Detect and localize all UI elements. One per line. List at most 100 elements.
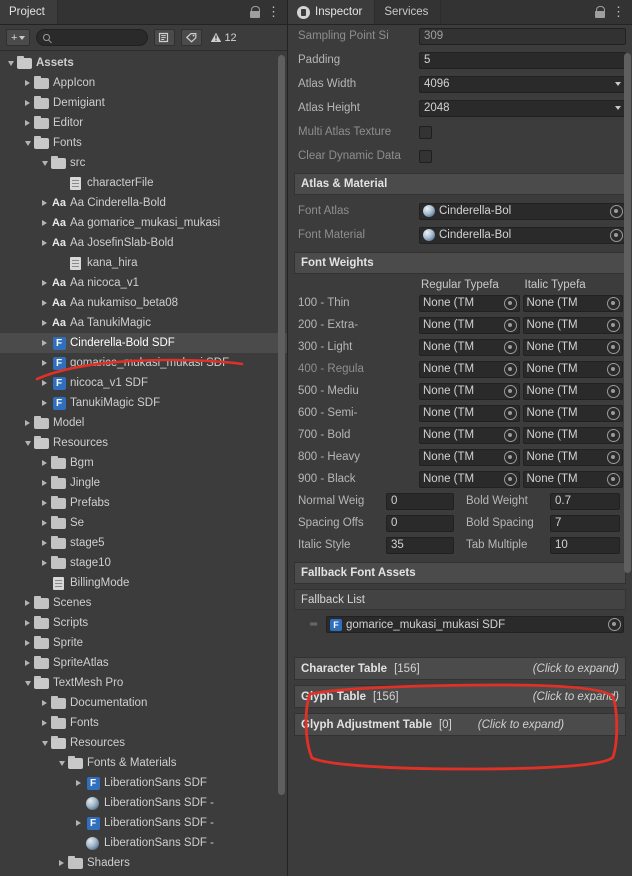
chevron-right-icon[interactable]: [21, 620, 34, 626]
tree-row[interactable]: stage5: [0, 533, 287, 553]
chevron-down-icon[interactable]: [4, 60, 17, 66]
chevron-right-icon[interactable]: [38, 220, 51, 226]
chevron-right-icon[interactable]: [21, 420, 34, 426]
tree-row[interactable]: Sprite: [0, 633, 287, 653]
chevron-right-icon[interactable]: [38, 340, 51, 346]
expandable-table-header[interactable]: Glyph Adjustment Table [0] (Click to expan…: [294, 713, 626, 736]
chevron-right-icon[interactable]: [55, 860, 68, 866]
object-picker-icon[interactable]: [503, 428, 517, 442]
chevron-right-icon[interactable]: [38, 460, 51, 466]
kebab-menu-icon[interactable]: ⋮: [612, 5, 625, 18]
field-input[interactable]: 7: [550, 514, 620, 532]
tree-row[interactable]: Assets: [0, 53, 287, 73]
inspector-scrollbar[interactable]: [624, 53, 631, 573]
tree-row[interactable]: Fnicoca_v1 SDF: [0, 373, 287, 393]
object-field[interactable]: Fgomarice_mukasi_mukasi SDF: [326, 616, 624, 633]
object-field[interactable]: None (TM: [522, 448, 623, 466]
object-picker-icon[interactable]: [607, 296, 620, 310]
warning-count-badge[interactable]: 12: [210, 32, 237, 44]
tab-services[interactable]: Services: [375, 0, 442, 24]
tree-row[interactable]: TextMesh Pro: [0, 673, 287, 693]
tree-row[interactable]: SpriteAtlas: [0, 653, 287, 673]
object-field[interactable]: None (TM: [419, 338, 520, 356]
lock-icon[interactable]: [249, 6, 260, 18]
object-field[interactable]: Cinderella-Bol: [419, 202, 626, 220]
field-input[interactable]: 5: [419, 51, 626, 69]
tree-row[interactable]: Jingle: [0, 473, 287, 493]
object-picker-icon[interactable]: [607, 472, 620, 486]
object-field[interactable]: None (TM: [419, 316, 520, 334]
object-picker-icon[interactable]: [607, 318, 620, 332]
object-picker-icon[interactable]: [503, 362, 517, 376]
chevron-right-icon[interactable]: [38, 380, 51, 386]
object-picker-icon[interactable]: [610, 204, 623, 218]
tree-row[interactable]: Fgomarice_mukasi_mukasi SDF: [0, 353, 287, 373]
create-asset-button[interactable]: +: [6, 29, 31, 46]
chevron-right-icon[interactable]: [21, 640, 34, 646]
object-picker-icon[interactable]: [607, 362, 620, 376]
font-weights-header[interactable]: Font Weights: [294, 252, 626, 274]
drag-handle-icon[interactable]: ═: [310, 619, 322, 629]
chevron-right-icon[interactable]: [21, 120, 34, 126]
tree-row[interactable]: Prefabs: [0, 493, 287, 513]
tree-row[interactable]: Fonts: [0, 133, 287, 153]
tree-row[interactable]: Aa Aa gomarice_mukasi_mukasi: [0, 213, 287, 233]
filter-by-type-button[interactable]: [154, 29, 176, 46]
project-scrollbar[interactable]: [278, 55, 285, 795]
object-field[interactable]: None (TM: [522, 382, 623, 400]
tree-row[interactable]: LiberationSans SDF -: [0, 793, 287, 813]
object-picker-icon[interactable]: [610, 228, 623, 242]
object-field[interactable]: None (TM: [522, 294, 623, 312]
object-field[interactable]: None (TM: [419, 470, 520, 488]
tree-row[interactable]: Demigiant: [0, 93, 287, 113]
chevron-right-icon[interactable]: [21, 600, 34, 606]
project-asset-tree[interactable]: Assets AppIcon Demigiant Editor Fonts src char…: [0, 51, 287, 876]
object-field[interactable]: None (TM: [522, 470, 623, 488]
tree-row[interactable]: Se: [0, 513, 287, 533]
object-field[interactable]: None (TM: [419, 426, 520, 444]
tree-row[interactable]: Documentation: [0, 693, 287, 713]
atlas-material-header[interactable]: Atlas & Material: [294, 173, 626, 195]
object-picker-icon[interactable]: [607, 450, 620, 464]
chevron-right-icon[interactable]: [38, 720, 51, 726]
tree-row[interactable]: stage10: [0, 553, 287, 573]
tab-project[interactable]: Project: [0, 0, 58, 24]
tree-row[interactable]: characterFile: [0, 173, 287, 193]
object-field[interactable]: None (TM: [419, 294, 520, 312]
object-picker-icon[interactable]: [503, 472, 517, 486]
tree-row[interactable]: BillingMode: [0, 573, 287, 593]
chevron-right-icon[interactable]: [38, 520, 51, 526]
object-picker-icon[interactable]: [607, 428, 620, 442]
tab-inspector[interactable]: Inspector: [288, 0, 376, 24]
object-field[interactable]: None (TM: [419, 360, 520, 378]
expandable-table-header[interactable]: Character Table [156] (Click to expand): [294, 657, 626, 680]
object-picker-icon[interactable]: [607, 406, 620, 420]
object-field[interactable]: None (TM: [522, 316, 623, 334]
object-picker-icon[interactable]: [503, 450, 517, 464]
field-input[interactable]: 0.7: [550, 492, 620, 510]
object-picker-icon[interactable]: [503, 318, 517, 332]
tree-row[interactable]: Aa Aa nukamiso_beta08: [0, 293, 287, 313]
tree-row[interactable]: Aa Aa nicoca_v1: [0, 273, 287, 293]
fallback-font-assets-header[interactable]: Fallback Font Assets: [294, 562, 626, 584]
field-input[interactable]: 10: [550, 536, 620, 554]
search-input[interactable]: [53, 30, 142, 45]
chevron-right-icon[interactable]: [21, 100, 34, 106]
object-picker-icon[interactable]: [503, 296, 517, 310]
field-dropdown[interactable]: 4096: [419, 75, 626, 93]
field-checkbox[interactable]: [419, 149, 432, 163]
object-picker-icon[interactable]: [608, 618, 621, 631]
chevron-right-icon[interactable]: [38, 400, 51, 406]
tree-row[interactable]: Model: [0, 413, 287, 433]
field-input[interactable]: 0: [386, 492, 454, 510]
tree-row[interactable]: src: [0, 153, 287, 173]
chevron-right-icon[interactable]: [72, 820, 85, 826]
field-checkbox[interactable]: [419, 125, 432, 139]
chevron-right-icon[interactable]: [21, 660, 34, 666]
object-field[interactable]: None (TM: [419, 448, 520, 466]
chevron-right-icon[interactable]: [72, 780, 85, 786]
tree-row[interactable]: AppIcon: [0, 73, 287, 93]
kebab-menu-icon[interactable]: ⋮: [267, 5, 280, 18]
object-picker-icon[interactable]: [503, 406, 517, 420]
object-field[interactable]: None (TM: [419, 382, 520, 400]
